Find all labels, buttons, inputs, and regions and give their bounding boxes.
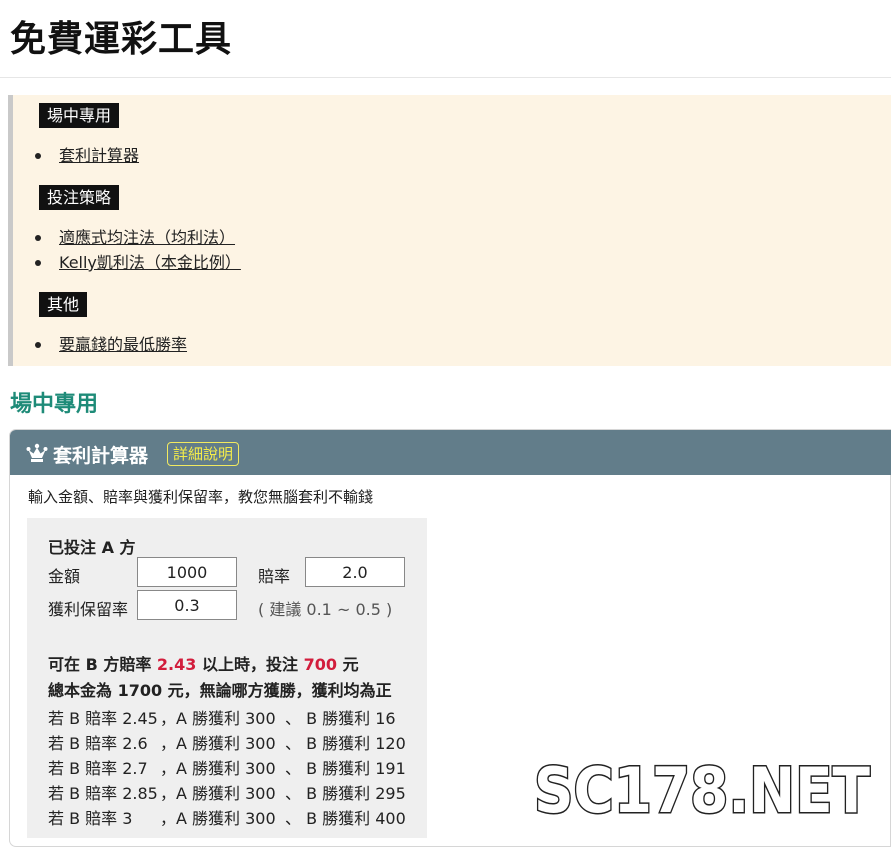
scenario-b-profit: 、 B 勝獲利 400 <box>285 809 406 828</box>
table-of-contents: 場中專用 套利計算器 投注策略 適應式均注法（均利法） Kelly凱利法（本金比… <box>8 95 891 366</box>
toc-link-arbitrage-calculator[interactable]: 套利計算器 <box>59 146 139 166</box>
amount-input[interactable] <box>137 557 237 587</box>
site-title: 免費運彩工具 <box>10 19 233 60</box>
scenario-odds: 若 B 賠率 3 <box>48 809 133 828</box>
placed-side-label: 已投注 A 方 <box>48 538 136 557</box>
retain-rate-hint: ( 建議 0.1 ~ 0.5 ) <box>258 600 393 619</box>
retain-rate-label: 獲利保留率 <box>48 600 129 619</box>
scenario-b-profit: 、 B 勝獲利 120 <box>285 734 406 753</box>
section-heading: 場中專用 <box>10 392 99 417</box>
toc-link-kelly-criterion[interactable]: Kelly凱利法（本金比例） <box>59 253 241 273</box>
scenario-odds: 若 B 賠率 2.85 <box>48 784 158 803</box>
scenario-a-profit: ，A 勝獲利 300 <box>160 784 276 803</box>
details-button[interactable]: 詳細說明 <box>167 442 240 466</box>
card-title: 套利計算器 <box>53 445 149 467</box>
scenario-odds: 若 B 賠率 2.45 <box>48 709 158 728</box>
bullet-icon <box>35 260 41 266</box>
result-line: 可在 B 方賠率 2.43 以上時，投注 700 元 <box>48 651 359 675</box>
toc-group-label: 其他 <box>39 292 88 317</box>
scenario-b-profit: 、 B 勝獲利 295 <box>285 784 406 803</box>
site-watermark: SC178.NET <box>533 753 872 825</box>
bullet-icon <box>35 153 41 159</box>
odds-label: 賠率 <box>258 567 291 586</box>
scenario-a-profit: ，A 勝獲利 300 <box>160 759 276 778</box>
scenario-odds: 若 B 賠率 2.7 <box>48 759 148 778</box>
result-mid: 以上時，投注 <box>201 655 298 674</box>
card-description: 輸入金額、賠率與獲利保留率，教您無腦套利不輸錢 <box>28 488 374 506</box>
toc-link-adaptive-flat-betting[interactable]: 適應式均注法（均利法） <box>59 228 235 248</box>
scenario-b-profit: 、 B 勝獲利 16 <box>285 709 396 728</box>
title-divider <box>0 77 891 78</box>
crown-icon <box>26 443 48 462</box>
result-prefix: 可在 B 方賠率 <box>48 655 152 674</box>
result-suffix: 元 <box>342 655 359 674</box>
amount-label: 金額 <box>48 567 81 586</box>
bullet-icon <box>35 342 41 348</box>
watermark-text: SC178.NET <box>534 754 870 824</box>
result-odds: 2.43 <box>156 655 197 674</box>
scenario-b-profit: 、 B 勝獲利 191 <box>285 759 406 778</box>
retain-rate-input[interactable] <box>137 590 237 620</box>
total-stake-line: 總本金為 1700 元，無論哪方獲勝，獲利均為正 <box>48 681 392 700</box>
scenario-a-profit: ，A 勝獲利 300 <box>160 734 276 753</box>
result-stake: 700 <box>303 655 337 674</box>
scenario-a-profit: ，A 勝獲利 300 <box>160 709 276 728</box>
card-header: 套利計算器 詳細說明 <box>10 430 891 475</box>
bullet-icon <box>35 235 41 241</box>
calculator-panel: 已投注 A 方 金額 賠率 獲利保留率 ( 建議 0.1 ~ 0.5 ) 可在 … <box>27 518 427 838</box>
toc-group-label: 投注策略 <box>39 185 120 210</box>
scenario-odds: 若 B 賠率 2.6 <box>48 734 148 753</box>
toc-group-label: 場中專用 <box>39 103 120 128</box>
toc-link-min-win-rate[interactable]: 要贏錢的最低勝率 <box>59 335 187 355</box>
odds-input[interactable] <box>305 557 405 587</box>
scenario-a-profit: ，A 勝獲利 300 <box>160 809 276 828</box>
